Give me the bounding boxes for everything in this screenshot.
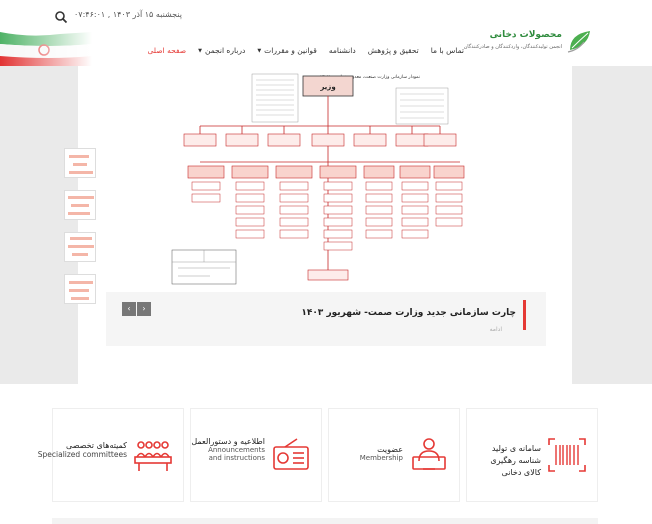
- feature-membership[interactable]: عضویت Membership: [328, 408, 460, 502]
- committee-icon: [134, 441, 172, 471]
- feature-subtitle: Specialized committees: [37, 450, 127, 459]
- footer-strip: [52, 518, 598, 524]
- feature-title: اطلاعیه و دستورالعمل: [191, 437, 265, 446]
- read-more-link[interactable]: ادامه: [490, 326, 502, 333]
- radio-icon: [273, 438, 309, 470]
- slider-thumbnail[interactable]: [64, 190, 96, 220]
- org-chart-image[interactable]: نمودار سازمانی وزارت صنعت، معدن و تجارت …: [170, 70, 480, 290]
- caret-down-icon: ▼: [198, 47, 202, 54]
- nav-label: صفحه اصلی: [147, 46, 187, 55]
- nav-label: قوانین و مقررات: [264, 46, 317, 55]
- logo-subtitle: انجمن تولیدکنندگان، واردکنندگان و صادرکن…: [463, 44, 562, 50]
- feature-text: عضویت Membership: [360, 445, 403, 462]
- slide-caption-title[interactable]: چارت سازمانی جدید وزارت صمت- شهریور ۱۴۰۳: [301, 308, 516, 318]
- org-chart-top-box: وزیر: [319, 83, 335, 91]
- nav-label: تماس با ما: [430, 46, 464, 55]
- feature-tracking-code[interactable]: سامانه ی تولید شناسه رهگیری کالای دخانی: [466, 408, 598, 502]
- logo-title: محصولات دخانی: [489, 30, 562, 40]
- search-icon[interactable]: [54, 10, 68, 24]
- caret-down-icon: ▼: [257, 47, 262, 54]
- feature-title: عضویت: [377, 445, 403, 454]
- barcode-icon: [548, 438, 586, 472]
- slider-thumbnail[interactable]: [64, 274, 96, 304]
- feature-committees[interactable]: کمیته‌های تخصصی Specialized committees: [38, 408, 184, 502]
- slide-caption[interactable]: چارت سازمانی جدید وزارت صمت- شهریور ۱۴۰۳…: [106, 292, 546, 346]
- feature-text: سامانه ی تولید شناسه رهگیری کالای دخانی: [471, 443, 541, 479]
- site-header: پنجشنبه ۱۵ آذر ۱۴۰۳ , ۰۷:۴۶:۰۱ محصولات د…: [0, 0, 652, 68]
- iran-flag-banner: [0, 32, 92, 68]
- feature-announcements[interactable]: اطلاعیه و دستورالعمل Announcements and i…: [190, 408, 322, 502]
- nav-label: دانشنامه: [328, 46, 356, 55]
- feature-subtitle-2: and instructions: [208, 454, 265, 462]
- features-section: کمیته‌های تخصصی Specialized committees ا…: [38, 408, 598, 502]
- slider-thumbnail[interactable]: [64, 148, 96, 178]
- feature-text: اطلاعیه و دستورالعمل Announcements and i…: [191, 437, 265, 462]
- nav-item-research[interactable]: تحقیق و پژوهش: [368, 46, 419, 55]
- chevron-right-icon[interactable]: ›: [137, 302, 151, 316]
- chevron-left-icon[interactable]: ‹: [122, 302, 136, 316]
- slider-thumbnail[interactable]: [64, 232, 96, 262]
- header-datetime: پنجشنبه ۱۵ آذر ۱۴۰۳ , ۰۷:۴۶:۰۱: [74, 10, 182, 19]
- feature-subtitle: Membership: [359, 454, 403, 462]
- site-logo[interactable]: محصولات دخانی انجمن تولیدکنندگان، واردکن…: [464, 26, 594, 56]
- leaf-logo-icon: [567, 31, 590, 53]
- feature-subtitle: Announcements: [208, 446, 265, 454]
- main-nav: صفحه اصلی درباره انجمن ▼ قوانین و مقررات ▼…: [148, 46, 464, 55]
- slider-arrows: ‹ ›: [122, 302, 152, 316]
- nav-item-encyclopedia[interactable]: دانشنامه: [329, 46, 356, 55]
- feature-text: کمیته‌های تخصصی Specialized committees: [38, 441, 127, 459]
- nav-item-home[interactable]: صفحه اصلی: [148, 46, 187, 55]
- feature-title: سامانه ی تولید شناسه رهگیری کالای دخانی: [490, 444, 541, 477]
- nav-label: درباره انجمن: [204, 46, 246, 55]
- nav-item-contact[interactable]: تماس با ما: [431, 46, 464, 55]
- feature-title: کمیته‌های تخصصی: [66, 441, 127, 450]
- slider-thumbnails: [64, 148, 96, 316]
- membership-icon: [412, 438, 446, 470]
- nav-item-laws[interactable]: قوانین و مقررات ▼: [257, 46, 317, 55]
- nav-item-about[interactable]: درباره انجمن ▼: [198, 46, 245, 55]
- caption-accent-bar: [523, 300, 526, 330]
- nav-label: تحقیق و پژوهش: [367, 46, 419, 55]
